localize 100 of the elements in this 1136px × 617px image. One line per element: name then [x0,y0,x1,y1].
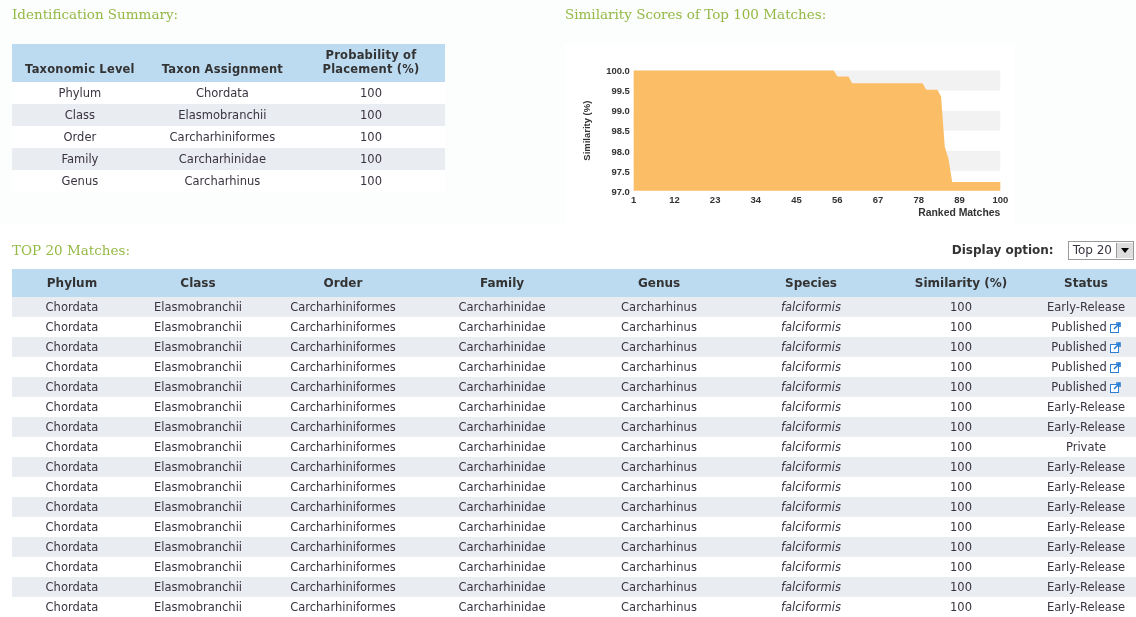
table-cell: Elasmobranchii [132,357,264,377]
table-cell: Carcharhiniformes [264,397,422,417]
table-cell: Carcharhinus [582,597,736,617]
x-tick-label: 23 [709,194,721,206]
table-cell: Carcharhinus [582,437,736,457]
table-cell: Carcharhiniformes [264,417,422,437]
table-cell: Elasmobranchii [132,577,264,597]
table-cell: falciformis [736,537,886,557]
table-cell: Chordata [12,577,132,597]
table-cell: Carcharhinidae [422,497,582,517]
y-tick-label: 99.5 [611,85,630,97]
table-cell: Carcharhinidae [422,477,582,497]
table-cell: 100 [297,148,445,170]
table-cell: falciformis [736,457,886,477]
status-text: Early-Release [1047,420,1125,434]
table-cell: Carcharhinus [582,317,736,337]
table-cell: 100 [886,297,1036,317]
table-cell: Carcharhiniformes [147,126,297,148]
table-cell: Elasmobranchii [132,597,264,617]
external-link-icon[interactable] [1109,381,1121,393]
table-cell: falciformis [736,557,886,577]
table-cell: 100 [886,537,1036,557]
status-text: Early-Release [1047,600,1125,614]
y-tick-label: 98.0 [611,145,630,157]
table-cell: 100 [886,317,1036,337]
table-cell: Elasmobranchii [132,437,264,457]
column-header: Similarity (%) [886,269,1036,297]
table-cell: Carcharhiniformes [264,557,422,577]
table-cell: Chordata [12,437,132,457]
status-text: Early-Release [1047,460,1125,474]
table-cell: Carcharhiniformes [264,577,422,597]
table-cell: falciformis [736,337,886,357]
table-cell: Carcharhinus [582,517,736,537]
table-cell: falciformis [736,377,886,397]
table-cell: 100 [886,557,1036,577]
y-axis-title: Similarity (%) [581,100,593,161]
section-heading: TOP 20 Matches: [12,242,130,259]
table-cell: 100 [886,437,1036,457]
x-tick-label: 89 [954,194,965,206]
x-tick-label: 67 [872,194,884,206]
x-tick-label: 78 [913,194,925,206]
table-cell: falciformis [736,417,886,437]
table-cell: Carcharhiniformes [264,497,422,517]
table-cell: Carcharhinus [582,497,736,517]
y-tick-label: 97.0 [611,185,630,197]
x-tick-label: 100 [992,194,1009,206]
table-cell: Carcharhiniformes [264,337,422,357]
table-cell: Carcharhinidae [422,577,582,597]
status-text: Published [1051,380,1107,394]
table-cell: Elasmobranchii [132,497,264,517]
external-link-icon[interactable] [1109,321,1121,333]
table-cell: Carcharhiniformes [264,317,422,337]
table-cell: Carcharhiniformes [264,357,422,377]
table-cell: Chordata [12,297,132,317]
table-cell: falciformis [736,357,886,377]
status-text: Early-Release [1047,300,1125,314]
table-cell: 100 [886,377,1036,397]
status-text: Early-Release [1047,400,1125,414]
external-link-icon[interactable] [1109,341,1121,353]
table-cell: Chordata [12,377,132,397]
table-cell: Carcharhinus [582,537,736,557]
table-cell: Carcharhinus [582,397,736,417]
display-option-dropdown[interactable]: Top 20 [1067,240,1134,260]
x-tick-label: 56 [832,194,843,206]
table-cell: 100 [886,497,1036,517]
external-link-icon[interactable] [1109,361,1121,373]
table-cell: falciformis [736,597,886,617]
table-cell: Chordata [12,317,132,337]
table-cell: Chordata [12,457,132,477]
table-cell: Carcharhinidae [422,377,582,397]
x-tick-label: 45 [791,194,802,206]
table-cell: Carcharhinidae [422,517,582,537]
status-text: Early-Release [1047,560,1125,574]
table-cell: falciformis [736,577,886,597]
table-cell: Carcharhinus [582,557,736,577]
table-cell: Carcharhinus [582,577,736,597]
column-header: Taxonomic Level [12,44,148,82]
table-cell: Elasmobranchii [132,457,264,477]
x-tick-label: 1 [631,194,637,206]
x-tick-label: 34 [750,194,762,206]
status-text: Published [1051,320,1107,334]
table-cell: 100 [297,126,445,148]
display-option-label: Display option: [951,243,1054,258]
table-cell: Carcharhiniformes [264,457,422,477]
table-cell: Chordata [12,337,132,357]
table-cell: Chordata [12,517,132,537]
table-cell: Elasmobranchii [132,557,264,577]
table-cell: falciformis [736,397,886,417]
table-cell: falciformis [736,497,886,517]
table-cell: 100 [886,357,1036,377]
table-cell: Carcharhinidae [422,437,582,457]
table-cell: Carcharhiniformes [264,597,422,617]
table-cell: Carcharhiniformes [264,437,422,457]
table-cell: Carcharhinus [582,417,736,437]
table-cell: Carcharhinidae [422,457,582,477]
column-header: Phylum [12,269,132,297]
table-cell: Elasmobranchii [132,537,264,557]
table-cell: Carcharhinidae [422,357,582,377]
table-cell: Carcharhinus [582,377,736,397]
table-cell: Carcharhinus [582,457,736,477]
